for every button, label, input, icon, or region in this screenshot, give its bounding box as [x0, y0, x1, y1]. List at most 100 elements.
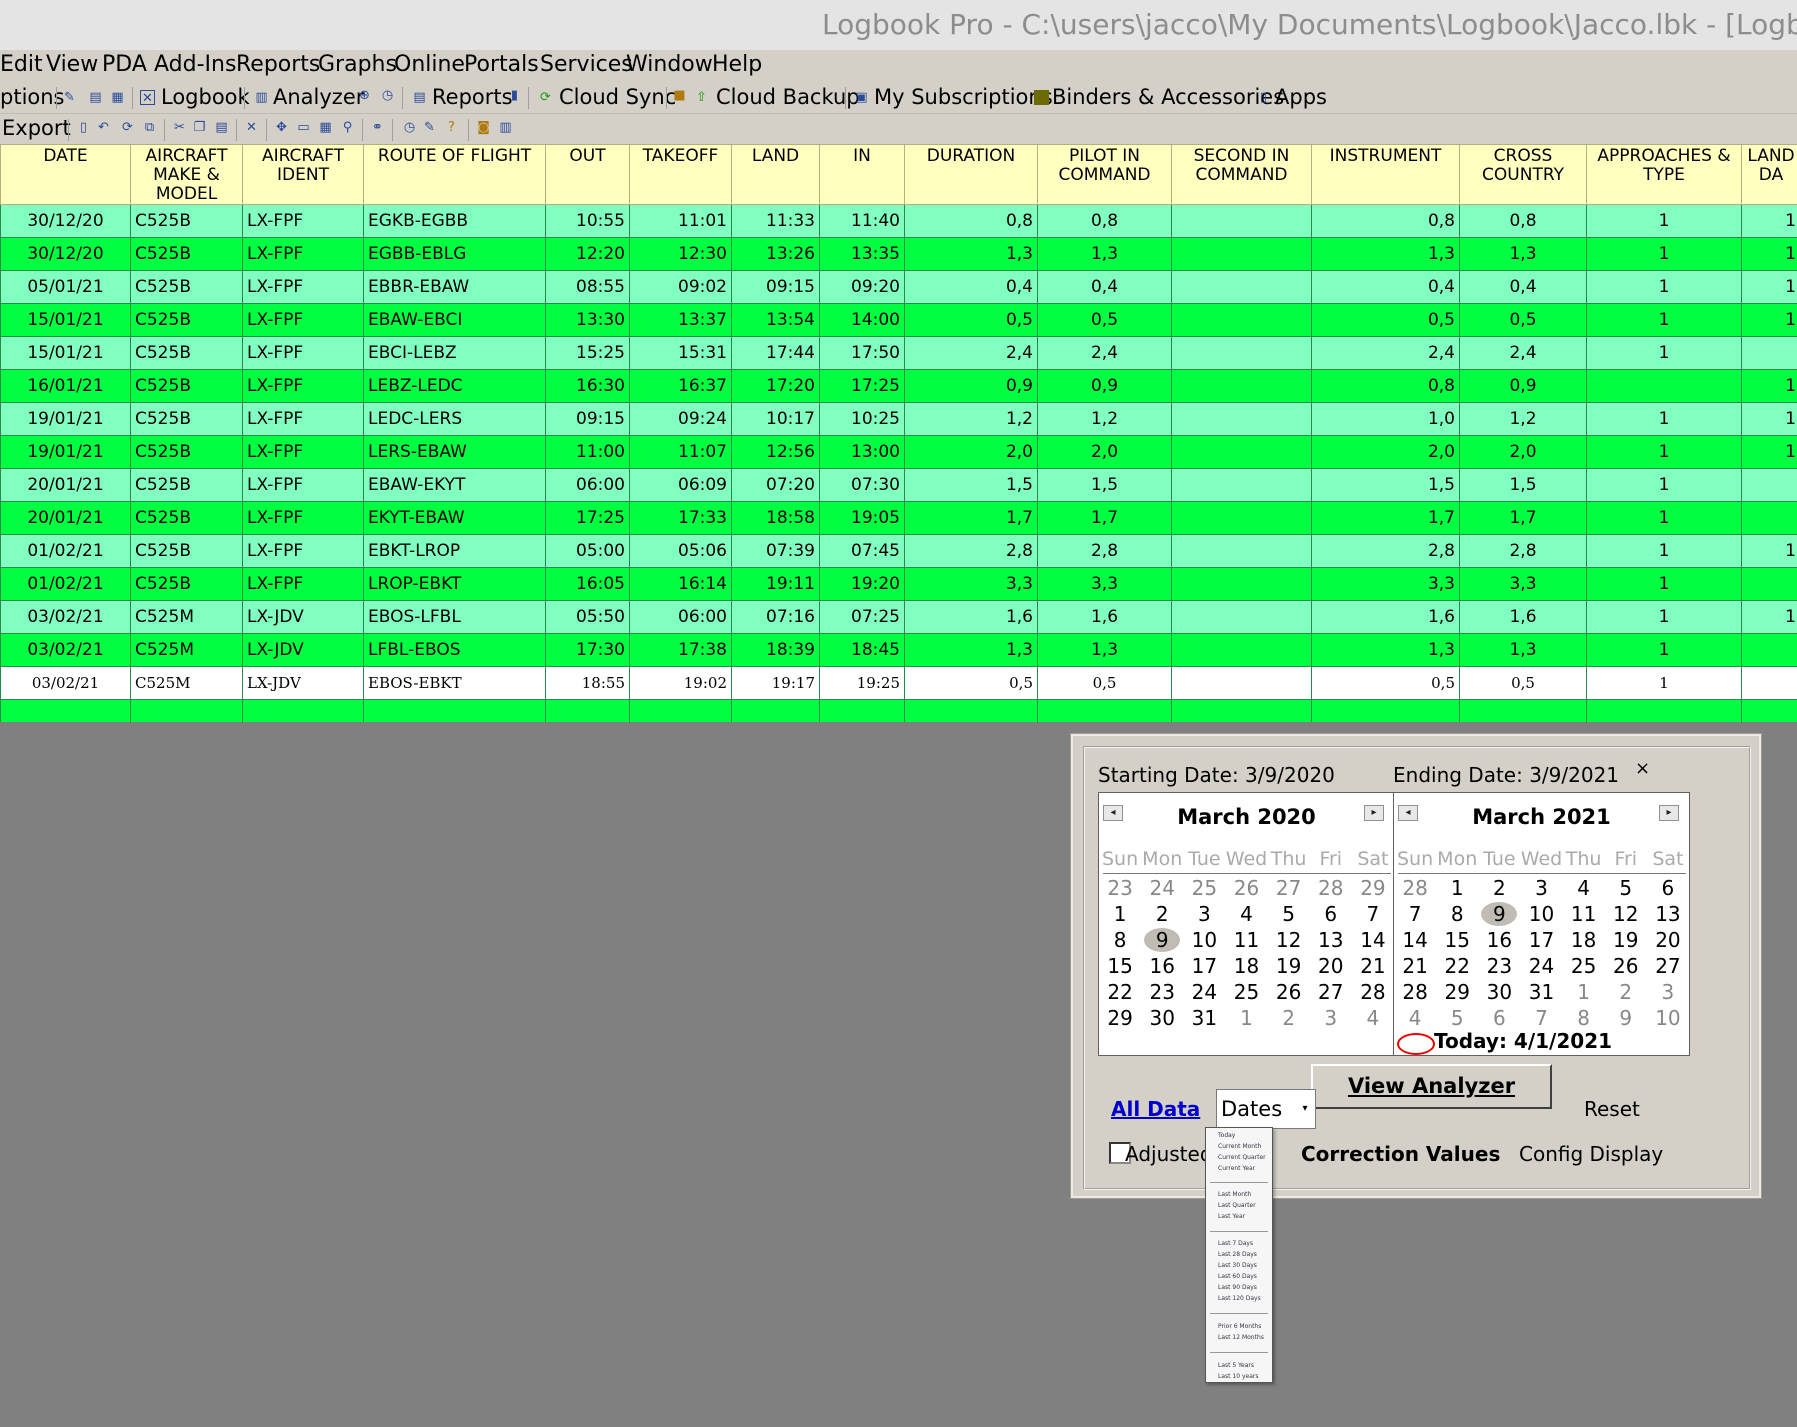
cell-land[interactable]: 07:39: [731, 534, 820, 568]
menu-add-ins[interactable]: Add-Ins: [154, 52, 236, 77]
cell-approaches[interactable]: 1: [1586, 237, 1742, 271]
cell-cross-country[interactable]: 1,5: [1459, 468, 1587, 502]
cell-in[interactable]: 17:25: [819, 369, 905, 403]
cell-land-day[interactable]: 1: [1741, 435, 1797, 469]
cell-pic[interactable]: 1,7: [1037, 501, 1172, 535]
calendar-day[interactable]: 14: [1352, 927, 1394, 953]
paste-icon[interactable]: ▤: [214, 120, 229, 135]
cell-out[interactable]: 18:55: [545, 666, 630, 700]
cell-pic[interactable]: 0,5: [1037, 666, 1172, 700]
cell-land[interactable]: 13:54: [731, 303, 820, 337]
calendar-day[interactable]: 23: [1141, 979, 1183, 1005]
cell-aircraft-make[interactable]: C525B: [130, 501, 243, 535]
cell-duration[interactable]: 2,0: [904, 435, 1038, 469]
calendar-day[interactable]: 22: [1099, 979, 1141, 1005]
cell-aircraft-ident[interactable]: LX-FPF: [242, 270, 364, 304]
calendar-day[interactable]: 24: [1141, 875, 1183, 901]
calendar-day[interactable]: 28: [1310, 875, 1352, 901]
cell-cross-country[interactable]: 2,0: [1459, 435, 1587, 469]
calendar-day[interactable]: 2: [1141, 901, 1183, 927]
cell-in[interactable]: 07:45: [819, 534, 905, 568]
cell-instrument[interactable]: 1,3: [1311, 237, 1460, 271]
calendar-day[interactable]: 24: [1183, 979, 1225, 1005]
calendar-day[interactable]: 17: [1183, 953, 1225, 979]
cell-aircraft-ident[interactable]: LX-FPF: [242, 534, 364, 568]
calendar-day[interactable]: 11: [1225, 927, 1267, 953]
cell-in[interactable]: 11:40: [819, 204, 905, 238]
table-row[interactable]: 01/02/21 C525B LX-FPF EBKT-LROP 05:00 05:06 07…: [0, 534, 1797, 568]
options-button[interactable]: ptions: [0, 85, 65, 109]
calendar-day[interactable]: 28: [1352, 979, 1394, 1005]
empty-cell[interactable]: [1311, 699, 1460, 722]
binoculars-icon[interactable]: ⊕: [357, 88, 372, 103]
col-out[interactable]: OUT: [545, 144, 630, 205]
cell-land[interactable]: 18:58: [731, 501, 820, 535]
cell-sic[interactable]: [1171, 369, 1312, 403]
cell-route[interactable]: EKYT-EBAW: [363, 501, 546, 535]
cell-sic[interactable]: [1171, 237, 1312, 271]
cell-land-day[interactable]: 1: [1741, 402, 1797, 436]
calendar-day[interactable]: 25: [1225, 979, 1267, 1005]
cell-out[interactable]: 08:55: [545, 270, 630, 304]
menu-online[interactable]: Online: [394, 52, 465, 77]
calendar-day[interactable]: 28: [1394, 979, 1436, 1005]
col-pic[interactable]: PILOT IN COMMAND: [1037, 144, 1172, 205]
cell-date[interactable]: 16/01/21: [0, 369, 131, 403]
calendar-day[interactable]: 16: [1478, 927, 1520, 953]
cell-aircraft-make[interactable]: C525B: [130, 303, 243, 337]
cell-aircraft-make[interactable]: C525B: [130, 402, 243, 436]
cell-cross-country[interactable]: 0,8: [1459, 204, 1587, 238]
option-prior-6-months[interactable]: Prior 6 Months: [1218, 1323, 1261, 1330]
cell-out[interactable]: 15:25: [545, 336, 630, 370]
cell-route[interactable]: LROP-EBKT: [363, 567, 546, 601]
cell-duration[interactable]: 0,5: [904, 666, 1038, 700]
calendar-day[interactable]: 26: [1268, 979, 1310, 1005]
cell-aircraft-ident[interactable]: LX-FPF: [242, 237, 364, 271]
table-row[interactable]: 20/01/21 C525B LX-FPF EBAW-EKYT 06:00 06:09 07…: [0, 468, 1797, 502]
cell-cross-country[interactable]: 1,3: [1459, 633, 1587, 667]
menu-view[interactable]: View: [46, 52, 98, 77]
cell-cross-country[interactable]: 0,5: [1459, 303, 1587, 337]
cell-date[interactable]: 01/02/21: [0, 534, 131, 568]
all-data-link[interactable]: All Data: [1111, 1097, 1200, 1121]
calendar-day[interactable]: 2: [1268, 1005, 1310, 1031]
cell-date[interactable]: 20/01/21: [0, 468, 131, 502]
cell-instrument[interactable]: 2,4: [1311, 336, 1460, 370]
cell-land-day[interactable]: 1: [1741, 237, 1797, 271]
cell-out[interactable]: 17:30: [545, 633, 630, 667]
cell-route[interactable]: EGKB-EGBB: [363, 204, 546, 238]
view-analyzer-button[interactable]: View Analyzer: [1311, 1064, 1552, 1109]
cell-date[interactable]: 30/12/20: [0, 204, 131, 238]
cell-route[interactable]: EBOS-LFBL: [363, 600, 546, 634]
find-icon[interactable]: ⚭: [370, 120, 385, 135]
cell-sic[interactable]: [1171, 204, 1312, 238]
cell-aircraft-ident[interactable]: LX-FPF: [242, 468, 364, 502]
cell-cross-country[interactable]: 2,4: [1459, 336, 1587, 370]
cell-land[interactable]: 07:16: [731, 600, 820, 634]
cell-in[interactable]: 09:20: [819, 270, 905, 304]
cell-approaches[interactable]: 1: [1586, 468, 1742, 502]
cell-takeoff[interactable]: 16:37: [629, 369, 732, 403]
clock-icon[interactable]: ◷: [402, 120, 417, 135]
option-current-month[interactable]: Current Month: [1218, 1143, 1261, 1150]
option-last-10-years[interactable]: Last 10 years: [1218, 1373, 1258, 1380]
reports-button[interactable]: Reports: [432, 85, 513, 109]
cell-aircraft-ident[interactable]: LX-FPF: [242, 369, 364, 403]
selected-day[interactable]: 9: [1141, 927, 1183, 953]
empty-cell[interactable]: [819, 699, 905, 722]
calendar-day[interactable]: 25: [1563, 953, 1605, 979]
lock-icon[interactable]: ◙: [476, 120, 491, 135]
option-current-year[interactable]: Current Year: [1218, 1165, 1255, 1172]
calendar-day[interactable]: 12: [1268, 927, 1310, 953]
empty-cell[interactable]: [363, 699, 546, 722]
table-row[interactable]: 30/12/20 C525B LX-FPF EGBB-EBLG 12:20 12:30 13…: [0, 237, 1797, 271]
calendar-day[interactable]: 19: [1605, 927, 1647, 953]
calendar-day[interactable]: 13: [1647, 901, 1689, 927]
calendar-day[interactable]: 10: [1647, 1005, 1689, 1031]
cell-takeoff[interactable]: 06:00: [629, 600, 732, 634]
cell-aircraft-ident[interactable]: LX-FPF: [242, 501, 364, 535]
cell-instrument[interactable]: 1,5: [1311, 468, 1460, 502]
table-row[interactable]: 19/01/21 C525B LX-FPF LEDC-LERS 09:15 09:24 10…: [0, 402, 1797, 436]
cell-in[interactable]: 19:20: [819, 567, 905, 601]
help-icon[interactable]: ?: [444, 120, 459, 135]
